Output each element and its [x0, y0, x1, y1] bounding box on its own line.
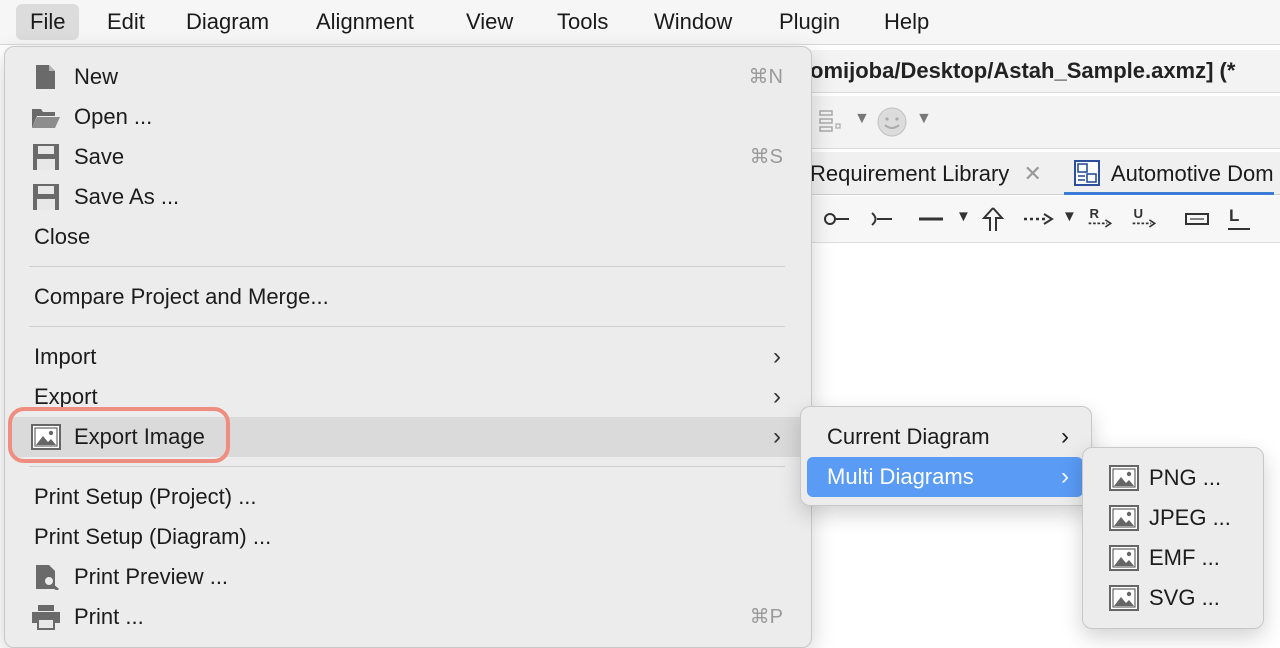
menu-view[interactable]: View: [452, 4, 527, 40]
menu-item-import[interactable]: Import ›: [9, 337, 805, 377]
rectangle-shape-icon[interactable]: [1182, 204, 1212, 234]
tab-automotive-domain[interactable]: Automotive Dom: [1064, 152, 1274, 195]
submenu-item-emf[interactable]: EMF ...: [1089, 538, 1255, 578]
printer-icon: [32, 605, 60, 630]
usage-relation-icon[interactable]: U: [1128, 204, 1162, 234]
required-interface-icon[interactable]: [868, 204, 898, 234]
submenu-item-svg[interactable]: SVG ...: [1089, 578, 1255, 618]
print-preview-icon: [36, 565, 59, 590]
menu-item-compare-merge[interactable]: Compare Project and Merge...: [9, 277, 805, 317]
submenu-item-multi-diagrams[interactable]: Multi Diagrams ›: [807, 457, 1083, 497]
highlight-ring: [8, 407, 230, 463]
image-icon: [1109, 545, 1139, 571]
menu-edit[interactable]: Edit: [93, 4, 159, 40]
submenu-item-jpeg[interactable]: JPEG ...: [1089, 498, 1255, 538]
label-tool-icon[interactable]: L: [1224, 204, 1254, 234]
svg-text:L: L: [1229, 206, 1239, 225]
menu-item-print-preview[interactable]: Print Preview ...: [9, 557, 805, 597]
tab-requirement-library[interactable]: Requirement Library ✕: [810, 152, 1042, 192]
chevron-down-icon[interactable]: ▼: [854, 110, 870, 128]
close-icon[interactable]: ✕: [1023, 161, 1041, 186]
new-file-icon: [36, 65, 55, 89]
diagram-tabs: Requirement Library ✕ Automotive Dom: [810, 152, 1280, 195]
menu-item-print-setup-diagram[interactable]: Print Setup (Diagram) ...: [9, 517, 805, 557]
menu-diagram[interactable]: Diagram: [172, 4, 283, 40]
main-toolbar: ▼ ▼: [810, 96, 1280, 149]
chevron-right-icon: ›: [773, 423, 781, 450]
window-title: omijoba/Desktop/Astah_Sample.axmz] (*: [810, 50, 1280, 93]
tab-label: Requirement Library: [810, 161, 1010, 186]
file-menu-dropdown: New ⌘N Open ... Save ⌘S Save As ... Clos…: [4, 46, 812, 648]
menu-item-save-as[interactable]: Save As ...: [9, 177, 805, 217]
menu-file[interactable]: File: [16, 4, 80, 40]
menu-item-save[interactable]: Save ⌘S: [9, 137, 805, 177]
menu-plugin[interactable]: Plugin: [765, 4, 854, 40]
chevron-right-icon: ›: [1061, 463, 1069, 490]
multi-diagrams-submenu: PNG ... JPEG ... EMF ... SVG ...: [1082, 447, 1264, 629]
menu-item-print[interactable]: Print ... ⌘P: [9, 597, 805, 637]
submenu-item-png[interactable]: PNG ...: [1089, 458, 1255, 498]
menu-alignment[interactable]: Alignment: [302, 4, 428, 40]
menu-item-close[interactable]: Close: [9, 217, 805, 257]
submenu-item-current-diagram[interactable]: Current Diagram ›: [807, 417, 1083, 457]
menu-window[interactable]: Window: [640, 4, 746, 40]
chevron-right-icon: ›: [773, 343, 781, 370]
menu-separator: [29, 326, 785, 327]
menu-bar: File Edit Diagram Alignment View Tools W…: [0, 0, 1280, 45]
open-folder-icon: [32, 109, 60, 128]
diagram-toolbar: ▼ ▼ R U L: [810, 196, 1280, 243]
shortcut-print: ⌘P: [749, 606, 783, 628]
chevron-down-icon[interactable]: ▼: [1062, 208, 1077, 238]
shortcut-new: ⌘N: [748, 66, 783, 88]
align-icon[interactable]: [818, 108, 848, 138]
menu-item-new[interactable]: New ⌘N: [9, 57, 805, 97]
chevron-right-icon: ›: [1061, 423, 1069, 450]
image-icon: [1109, 585, 1139, 611]
chevron-down-icon[interactable]: ▼: [956, 208, 971, 238]
chevron-down-icon[interactable]: ▼: [916, 110, 932, 128]
tab-label: Automotive Dom: [1110, 161, 1274, 186]
save-as-disk-icon: [33, 184, 59, 210]
dependency-arrow-icon[interactable]: [1022, 204, 1056, 234]
shortcut-save: ⌘S: [749, 146, 783, 168]
block-diagram-icon: [1074, 160, 1100, 186]
svg-text:R: R: [1090, 206, 1100, 221]
provided-interface-icon[interactable]: [822, 204, 852, 234]
image-icon: [1109, 465, 1139, 491]
save-disk-icon: [33, 144, 59, 170]
window-title-text: omijoba/Desktop/Astah_Sample.axmz] (*: [810, 58, 1236, 83]
generalization-arrow-icon[interactable]: [978, 204, 1008, 234]
smiley-icon[interactable]: [876, 106, 908, 138]
chevron-right-icon: ›: [773, 383, 781, 410]
menu-tools[interactable]: Tools: [543, 4, 622, 40]
svg-text:U: U: [1134, 206, 1144, 221]
image-icon: [1109, 505, 1139, 531]
association-line-icon[interactable]: [916, 204, 946, 234]
refine-relation-icon[interactable]: R: [1084, 204, 1118, 234]
menu-item-open[interactable]: Open ...: [9, 97, 805, 137]
export-image-submenu: Current Diagram › Multi Diagrams ›: [800, 406, 1092, 506]
menu-help[interactable]: Help: [870, 4, 943, 40]
menu-item-print-setup-project[interactable]: Print Setup (Project) ...: [9, 477, 805, 517]
menu-separator: [29, 466, 785, 467]
menu-separator: [29, 266, 785, 267]
